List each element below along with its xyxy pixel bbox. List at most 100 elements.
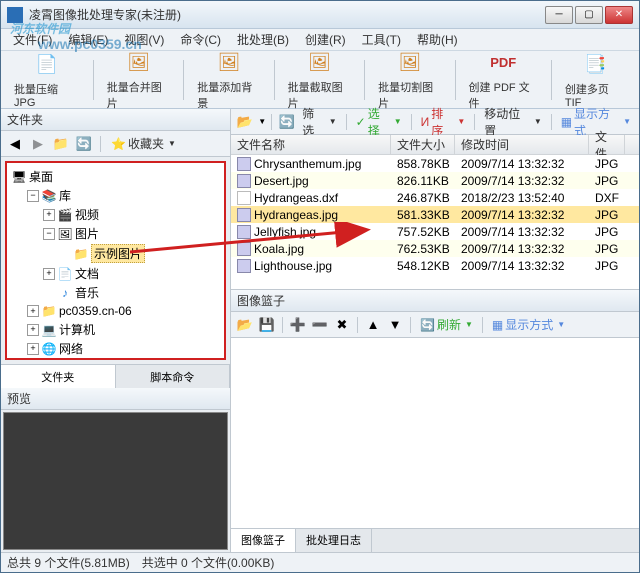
tree-docs[interactable]: 文档 — [75, 265, 99, 282]
main-toolbar: 📄批量压缩 JPG 🖼批量合并图片 🖼批量添加背景 🖼批量截取图片 🖼批量切割图… — [1, 51, 639, 109]
sort-button[interactable]: И排序▼ — [417, 105, 470, 139]
expand-icon[interactable]: − — [43, 228, 55, 240]
tif-icon: 📑 — [581, 51, 609, 79]
table-row[interactable]: Desert.jpg826.11KB2009/7/14 13:32:32JPG — [231, 172, 639, 189]
expand-icon[interactable]: + — [43, 209, 55, 221]
computer-icon: 💻 — [41, 322, 57, 338]
tool-merge[interactable]: 🖼批量合并图片 — [100, 45, 177, 115]
status-selected: 共选中 0 个文件(0.00KB) — [142, 554, 275, 571]
forward-icon[interactable]: ▶ — [28, 134, 48, 154]
expand-icon[interactable]: + — [43, 268, 55, 280]
folder-tree[interactable]: 🖥桌面 −📚库 +🎬视频 −🖼图片 📁示例图片 +📄文档 ♪音乐 +📁pc035… — [5, 161, 226, 360]
table-row[interactable]: Hydrangeas.dxf246.87KB2018/2/23 13:52:40… — [231, 189, 639, 206]
music-icon: ♪ — [57, 285, 73, 301]
file-icon — [237, 259, 251, 273]
basket-add-icon[interactable]: ➕ — [288, 315, 308, 335]
video-icon: 🎬 — [57, 207, 73, 223]
tree-pictures[interactable]: 图片 — [75, 225, 99, 242]
col-name[interactable]: 文件名称 — [231, 135, 391, 154]
tree-pc0359[interactable]: pc0359.cn-06 — [59, 304, 132, 318]
expand-icon[interactable]: + — [27, 324, 39, 336]
filter-button[interactable]: 筛选▼ — [298, 105, 340, 139]
app-window: 凌霄图像批处理专家(未注册) ─ ▢ ✕ 文件(F) 编辑(E) 视图(V) 命… — [0, 0, 640, 573]
favorites-button[interactable]: ⭐收藏夹▼ — [107, 135, 180, 152]
tree-network[interactable]: 网络 — [59, 340, 83, 357]
tree-sample-selected[interactable]: 示例图片 — [91, 244, 145, 263]
expand-icon[interactable]: + — [27, 305, 39, 317]
minimize-button[interactable]: ─ — [545, 6, 573, 24]
tool-background[interactable]: 🖼批量添加背景 — [190, 45, 267, 115]
select-button[interactable]: ✓选择▼ — [352, 105, 406, 139]
maximize-button[interactable]: ▢ — [575, 6, 603, 24]
basket-display[interactable]: ▦显示方式▼ — [488, 316, 569, 333]
table-row[interactable]: Lighthouse.jpg548.12KB2009/7/14 13:32:32… — [231, 257, 639, 274]
tab-folders[interactable]: 文件夹 — [1, 365, 116, 388]
table-row[interactable]: Jellyfish.jpg757.52KB2009/7/14 13:32:32J… — [231, 223, 639, 240]
basket-area[interactable] — [231, 338, 639, 528]
table-row[interactable]: Koala.jpg762.53KB2009/7/14 13:32:32JPG — [231, 240, 639, 257]
folder-icon: 📁 — [41, 303, 57, 319]
close-button[interactable]: ✕ — [605, 6, 633, 24]
tree-cpanel[interactable]: 控制面板 — [59, 359, 107, 360]
table-row[interactable]: Hydrangeas.jpg581.33KB2009/7/14 13:32:32… — [231, 206, 639, 223]
tool-compress-jpg[interactable]: 📄批量压缩 JPG — [7, 47, 87, 113]
file-icon — [237, 157, 251, 171]
back-icon[interactable]: ◀ — [5, 134, 25, 154]
tab-log[interactable]: 批处理日志 — [296, 529, 372, 552]
folder-icon: 📁 — [73, 246, 89, 262]
refresh-icon[interactable]: 🔄 — [74, 134, 94, 154]
tree-library[interactable]: 库 — [59, 187, 71, 204]
expand-icon[interactable]: + — [27, 343, 39, 355]
col-size[interactable]: 文件大小 — [391, 135, 455, 154]
preview-area — [3, 412, 228, 550]
basket-down-icon[interactable]: ▼ — [385, 315, 405, 335]
tree-desktop[interactable]: 桌面 — [29, 168, 53, 185]
basket-remove-icon[interactable]: ➖ — [310, 315, 330, 335]
merge-icon: 🖼 — [125, 49, 153, 77]
file-icon — [237, 242, 251, 256]
basket-save-icon[interactable]: 💾 — [257, 315, 277, 335]
basket-clear-icon[interactable]: ✖ — [332, 315, 352, 335]
titlebar[interactable]: 凌霄图像批处理专家(未注册) ─ ▢ ✕ — [1, 1, 639, 29]
bottom-tabs: 图像篮子 批处理日志 — [231, 528, 639, 552]
refresh-list-icon[interactable]: 🔄 — [277, 112, 296, 132]
basket-open-icon[interactable]: 📂 — [235, 315, 255, 335]
filelist-toolbar: 📂▼ 🔄 筛选▼ ✓选择▼ И排序▼ 移动位置▼ ▦显示方式▼ — [231, 109, 639, 135]
tree-computer[interactable]: 计算机 — [59, 321, 95, 338]
basket-refresh[interactable]: 🔄刷新▼ — [416, 316, 477, 333]
file-icon — [237, 208, 251, 222]
table-row[interactable]: Chrysanthemum.jpg858.78KB2009/7/14 13:32… — [231, 155, 639, 172]
expand-icon[interactable]: − — [27, 190, 39, 202]
bg-icon: 🖼 — [215, 49, 243, 77]
pictures-icon: 🖼 — [57, 226, 73, 242]
library-icon: 📚 — [41, 188, 57, 204]
split-icon: 🖼 — [396, 49, 424, 77]
pdf-icon: PDF — [489, 49, 517, 77]
left-tabs: 文件夹 脚本命令 — [1, 364, 230, 388]
window-title: 凌霄图像批处理专家(未注册) — [29, 6, 545, 23]
tree-music[interactable]: 音乐 — [75, 284, 99, 301]
left-pane: 文件夹 ◀ ▶ 📁 🔄 ⭐收藏夹▼ 🖥桌面 −📚库 +🎬视频 −🖼图片 — [1, 109, 231, 552]
folder-toolbar: ◀ ▶ 📁 🔄 ⭐收藏夹▼ — [1, 131, 230, 157]
file-icon — [237, 174, 251, 188]
file-icon — [237, 191, 251, 205]
tab-basket[interactable]: 图像篮子 — [231, 529, 296, 552]
basket-up-icon[interactable]: ▲ — [363, 315, 383, 335]
file-list-header: 文件名称 文件大小 修改时间 文件 — [231, 135, 639, 155]
cpanel-icon: ⚙ — [41, 360, 57, 361]
col-type[interactable]: 文件 — [589, 135, 625, 154]
basket-title: 图像篮子 — [231, 290, 639, 312]
col-date[interactable]: 修改时间 — [455, 135, 589, 154]
network-icon: 🌐 — [41, 341, 57, 357]
right-pane: 📂▼ 🔄 筛选▼ ✓选择▼ И排序▼ 移动位置▼ ▦显示方式▼ 文件名称 文件大… — [231, 109, 639, 552]
crop-icon: 🖼 — [305, 49, 333, 77]
file-list: 文件名称 文件大小 修改时间 文件 Chrysanthemum.jpg858.7… — [231, 135, 639, 290]
up-icon[interactable]: 📁 — [51, 134, 71, 154]
docs-icon: 📄 — [57, 266, 73, 282]
tab-script[interactable]: 脚本命令 — [116, 365, 231, 388]
tree-video[interactable]: 视频 — [75, 206, 99, 223]
move-button[interactable]: 移动位置▼ — [480, 105, 545, 139]
tool-tif[interactable]: 📑创建多页 TIF — [558, 47, 633, 113]
folder-pane-title: 文件夹 — [1, 109, 230, 131]
open-folder-icon[interactable]: 📂 — [235, 112, 254, 132]
